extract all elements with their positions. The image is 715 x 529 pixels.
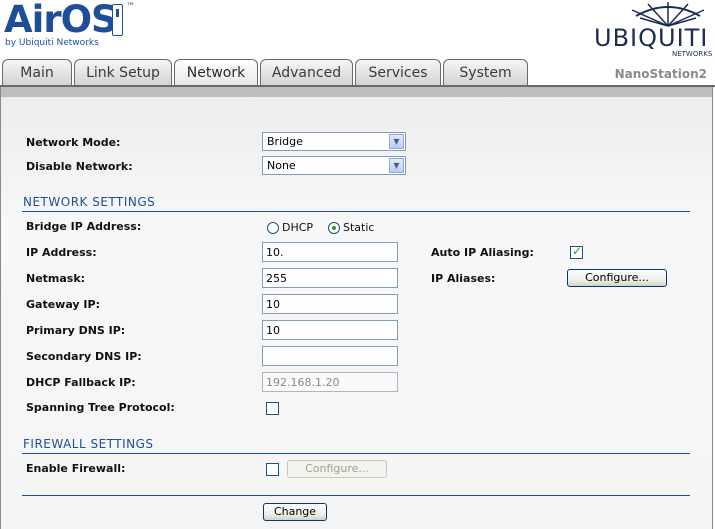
panel-band [1,87,712,97]
network-settings-heading: NETWORK SETTINGS [23,195,156,209]
logo-subtitle: by Ubiquiti Networks [5,38,99,48]
ip-aliases-configure-button[interactable]: Configure... [567,269,667,287]
dhcp-fallback-label: DHCP Fallback IP: [26,376,136,389]
gateway-input[interactable]: 10 [262,294,398,314]
tab-advanced[interactable]: Advanced [260,59,353,86]
ip-address-input[interactable]: 10. [262,242,398,262]
firewall-configure-button[interactable]: Configure... [287,460,387,478]
disable-network-label: Disable Network: [26,160,133,173]
header: AirOS ™ by Ubiquiti Networks UBIQUITI NE… [0,0,715,87]
netmask-input[interactable]: 255 [262,268,398,288]
tab-services[interactable]: Services [355,59,441,86]
secondary-dns-label: Secondary DNS IP: [26,350,142,363]
airos-logo-mark [112,4,123,36]
trademark: ™ [126,2,135,12]
enable-firewall-checkbox[interactable] [266,463,279,476]
primary-dns-input[interactable]: 10 [262,320,398,340]
bridge-ip-label: Bridge IP Address: [26,220,142,233]
netmask-label: Netmask: [26,272,86,285]
disable-network-value: None [267,159,296,172]
enable-firewall-label: Enable Firewall: [26,462,126,475]
primary-dns-label: Primary DNS IP: [26,324,126,337]
dhcp-radio[interactable] [267,222,279,234]
firewall-settings-heading: FIREWALL SETTINGS [23,437,154,451]
tab-network[interactable]: Network [174,59,258,87]
static-radio[interactable] [328,222,340,234]
ubiquiti-brand-sub: NETWORKS [672,50,713,58]
ip-aliases-label: IP Aliases: [431,272,496,285]
stp-checkbox[interactable] [266,402,279,415]
tab-main[interactable]: Main [2,59,72,86]
auto-ip-aliasing-checkbox[interactable] [570,244,583,259]
network-mode-label: Network Mode: [26,136,121,149]
network-mode-value: Bridge [267,135,303,148]
device-name: NanoStation2 [614,67,707,81]
auto-ip-aliasing-label: Auto IP Aliasing: [431,246,534,259]
airos-logo: AirOS [4,0,118,41]
network-mode-select[interactable]: Bridge ▼ [262,132,406,151]
ubiquiti-brand: UBIQUITI [594,24,709,52]
tab-system[interactable]: System [443,59,528,86]
disable-network-select[interactable]: None ▼ [262,156,406,175]
footer-divider [22,495,690,496]
section-divider [22,211,690,212]
secondary-dns-input[interactable] [262,346,398,366]
change-button[interactable]: Change [263,503,327,521]
chevron-down-icon: ▼ [389,134,404,149]
section-divider [22,453,690,454]
chevron-down-icon: ▼ [389,158,404,173]
stp-label: Spanning Tree Protocol: [26,401,175,414]
tab-link-setup[interactable]: Link Setup [74,59,172,86]
static-radio-label: Static [343,221,375,234]
ip-address-label: IP Address: [26,246,97,259]
dhcp-fallback-input[interactable]: 192.168.1.20 [262,372,398,392]
gateway-label: Gateway IP: [26,298,100,311]
dhcp-radio-label: DHCP [282,221,314,234]
